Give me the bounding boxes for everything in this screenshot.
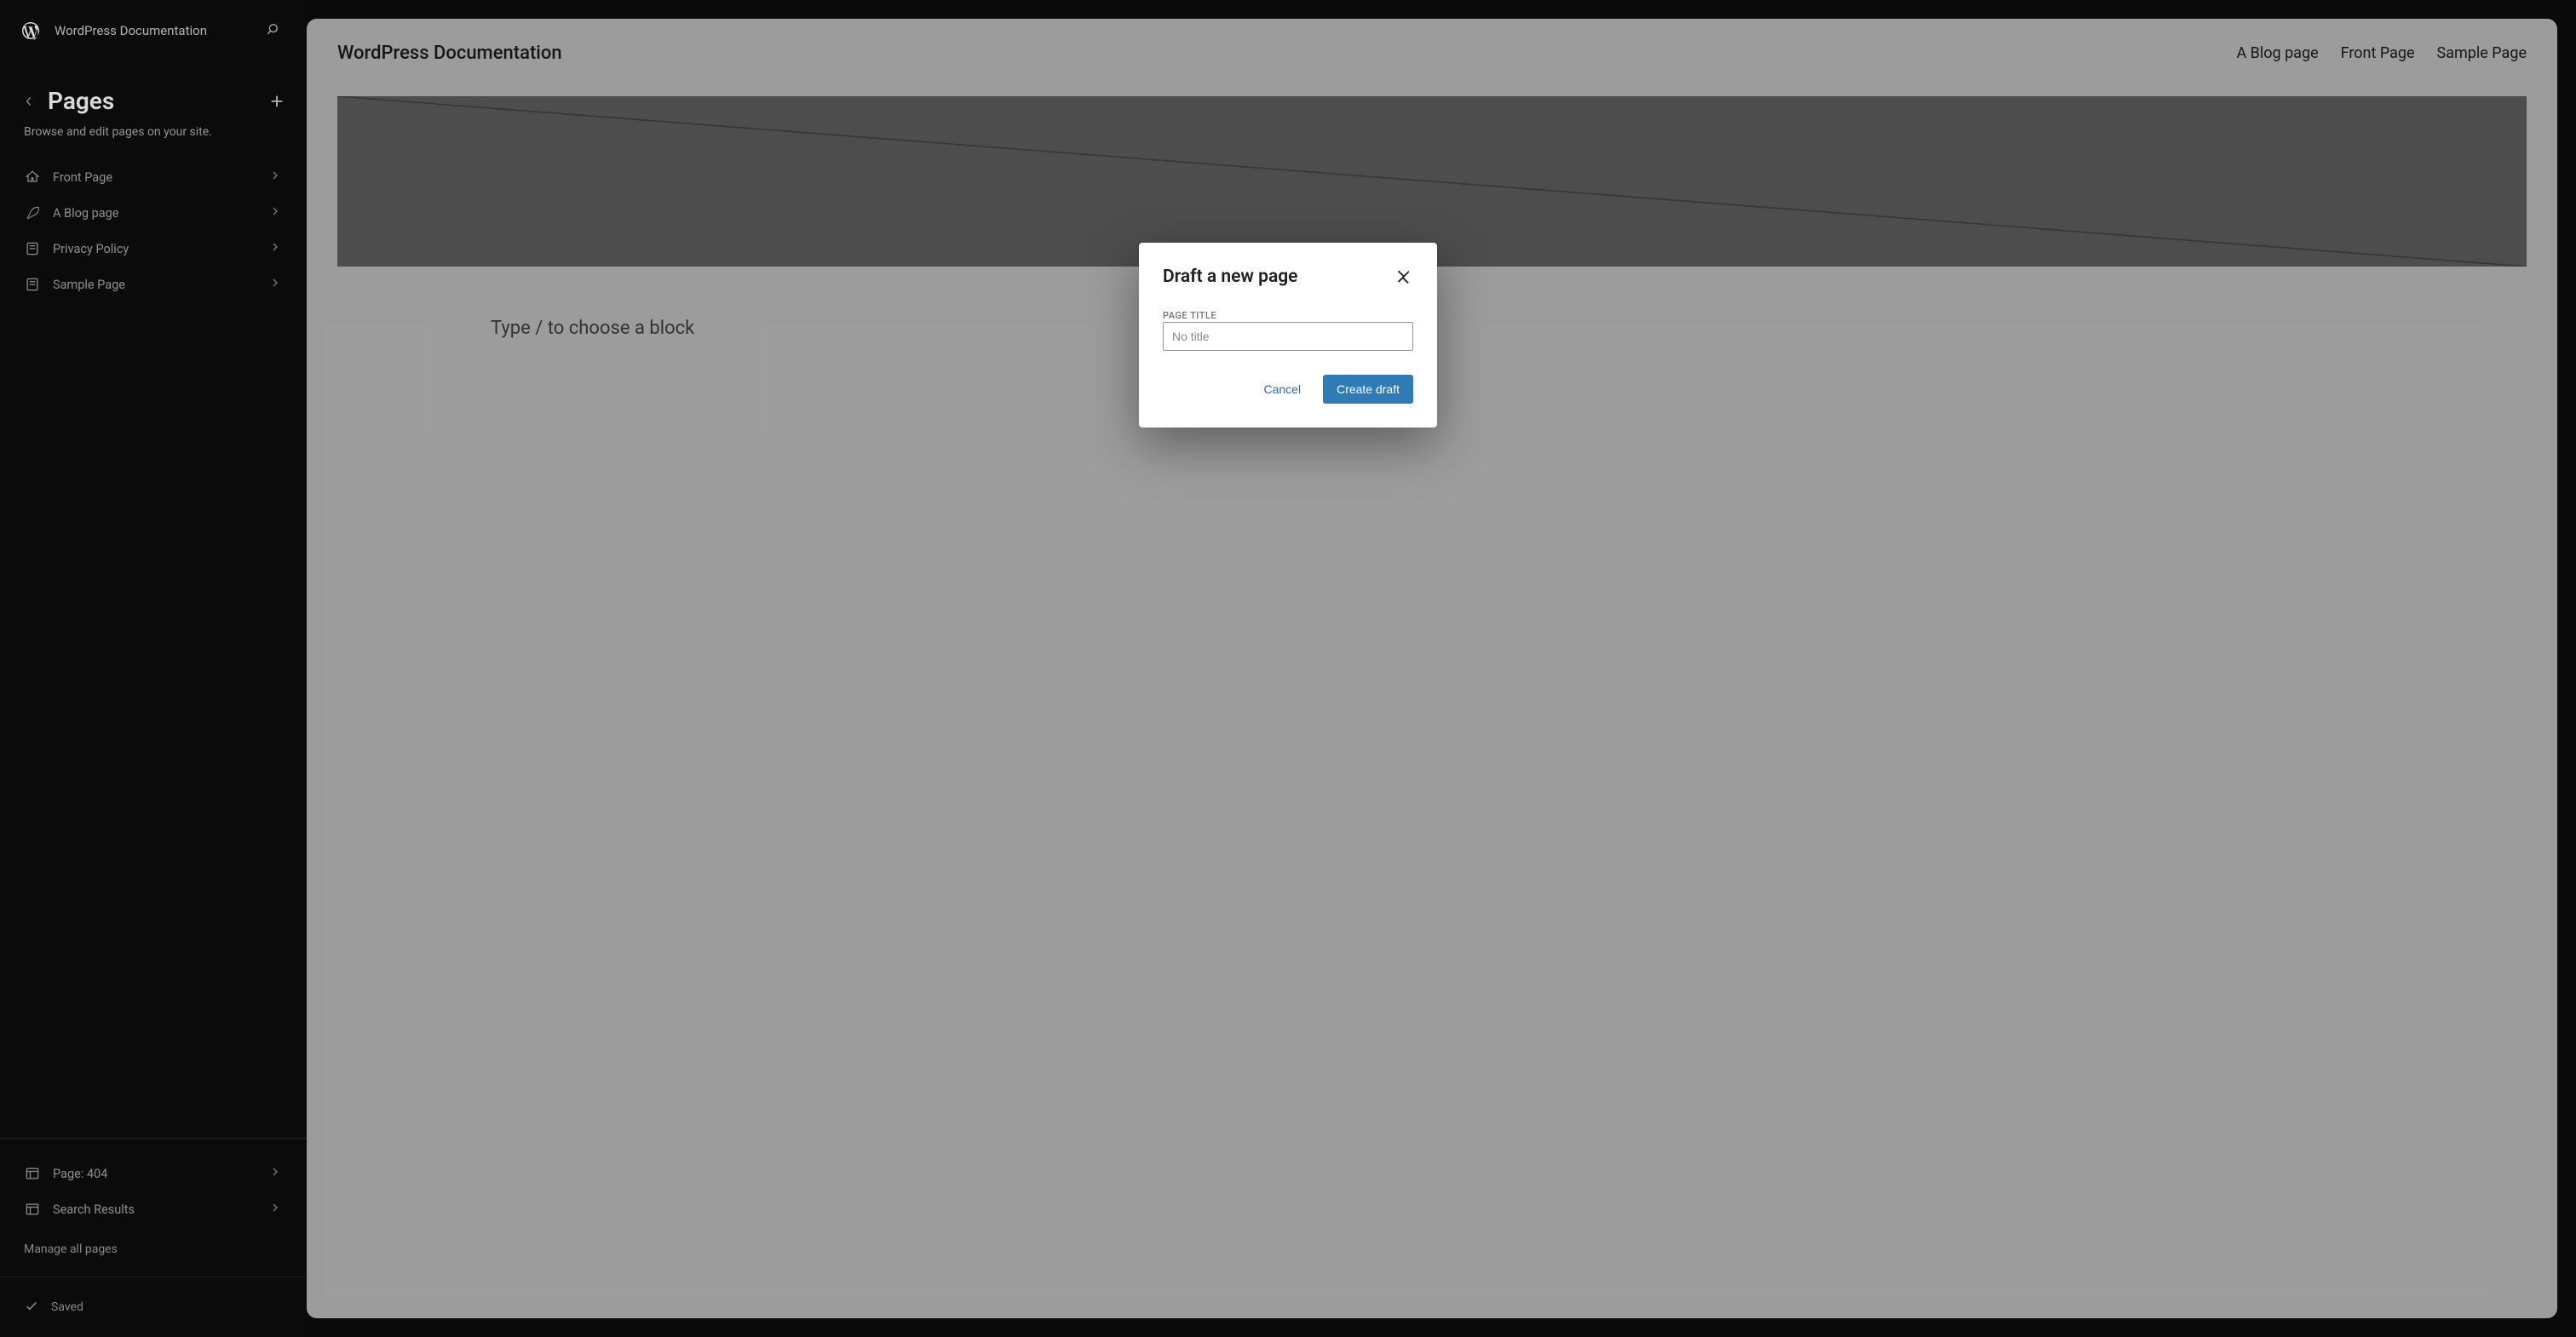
page-title-input[interactable]	[1163, 322, 1413, 351]
cancel-button[interactable]: Cancel	[1250, 375, 1314, 404]
create-draft-button[interactable]: Create draft	[1323, 375, 1413, 404]
draft-page-modal: Draft a new page PAGE TITLE Cancel Creat…	[1139, 243, 1437, 427]
page-title-label: PAGE TITLE	[1163, 310, 1216, 321]
modal-backdrop[interactable]: Draft a new page PAGE TITLE Cancel Creat…	[0, 0, 2576, 1337]
close-icon[interactable]	[1394, 267, 1413, 286]
modal-title: Draft a new page	[1163, 267, 1394, 287]
